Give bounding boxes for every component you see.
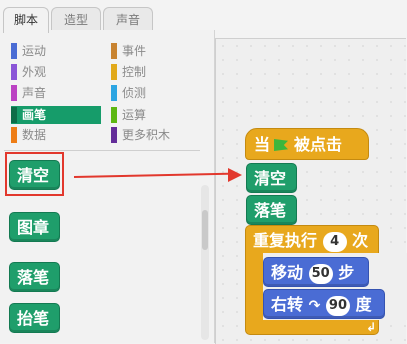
move-steps-block[interactable]: 移动 50 步 xyxy=(263,257,369,287)
category-color-swatch xyxy=(111,107,117,123)
category-color-swatch xyxy=(11,85,17,101)
category-label: 运动 xyxy=(22,44,47,58)
category-label: 外观 xyxy=(22,65,47,79)
category-looks[interactable]: 外观 xyxy=(11,63,101,81)
category-color-swatch xyxy=(111,64,117,80)
category-color-swatch xyxy=(111,43,117,59)
category-color-swatch xyxy=(111,127,117,143)
palette-divider xyxy=(4,150,200,151)
category-sound[interactable]: 声音 xyxy=(11,84,101,102)
repeat-label: 重复执行 xyxy=(253,231,318,250)
annotation-arrow-head xyxy=(228,168,242,182)
move-label: 移动 xyxy=(271,263,304,282)
palette-block-stamp[interactable]: 图章 xyxy=(9,212,60,242)
palette-block-pen-up[interactable]: 抬笔 xyxy=(9,303,60,333)
category-color-swatch xyxy=(11,107,17,123)
move-steps-input[interactable]: 50 xyxy=(308,263,333,284)
highlight-box xyxy=(5,152,64,196)
category-pen[interactable]: 画笔 xyxy=(11,106,101,124)
green-flag-icon xyxy=(274,139,289,151)
script-clear-block[interactable]: 清空 xyxy=(246,163,297,193)
category-sensing[interactable]: 侦测 xyxy=(111,84,201,102)
hat-label: 当 xyxy=(254,135,271,154)
repeat-header: 重复执行 4 次 xyxy=(253,227,368,255)
palette-scrollbar[interactable] xyxy=(201,185,209,340)
category-motion[interactable]: 运动 xyxy=(11,42,101,60)
tab-costumes[interactable]: 造型 xyxy=(51,7,101,32)
tab-scripts[interactable]: 脚本 xyxy=(3,7,49,33)
script-pen-down-block[interactable]: 落笔 xyxy=(246,195,297,225)
category-label: 事件 xyxy=(122,44,147,58)
tab-sounds[interactable]: 声音 xyxy=(103,7,153,32)
category-color-swatch xyxy=(11,43,17,59)
turn-unit: 度 xyxy=(355,295,372,314)
category-more-blocks[interactable]: 更多积木 xyxy=(111,126,201,144)
category-label: 运算 xyxy=(122,108,147,122)
palette-scrollbar-thumb[interactable] xyxy=(202,210,208,250)
category-operators[interactable]: 运算 xyxy=(111,106,201,124)
category-events[interactable]: 事件 xyxy=(111,42,201,60)
tab-bar: 脚本 造型 声音 xyxy=(0,0,407,33)
category-label: 数据 xyxy=(22,128,47,142)
repeat-unit: 次 xyxy=(352,231,369,250)
category-label: 侦测 xyxy=(122,86,147,100)
palette-block-pen-down[interactable]: 落笔 xyxy=(9,262,60,292)
category-data[interactable]: 数据 xyxy=(11,126,101,144)
category-label: 声音 xyxy=(22,86,47,100)
category-label: 控制 xyxy=(122,65,147,79)
category-control[interactable]: 控制 xyxy=(111,63,201,81)
loop-arrow-icon: ↲ xyxy=(366,320,377,334)
repeat-count-input[interactable]: 4 xyxy=(322,231,347,252)
category-label: 画笔 xyxy=(22,108,47,122)
turn-degrees-input[interactable]: 90 xyxy=(325,295,350,316)
category-label: 更多积木 xyxy=(122,128,171,142)
move-unit: 步 xyxy=(338,263,355,282)
when-flag-clicked-block[interactable]: 当 被点击 xyxy=(245,128,369,160)
turn-right-block[interactable]: 右转 ↷ 90 度 xyxy=(263,289,385,319)
rotate-clockwise-icon: ↷ xyxy=(308,298,321,314)
category-color-swatch xyxy=(11,64,17,80)
turn-label: 右转 xyxy=(271,295,304,314)
hat-suffix: 被点击 xyxy=(294,135,343,154)
category-color-swatch xyxy=(11,127,17,143)
category-color-swatch xyxy=(111,85,117,101)
